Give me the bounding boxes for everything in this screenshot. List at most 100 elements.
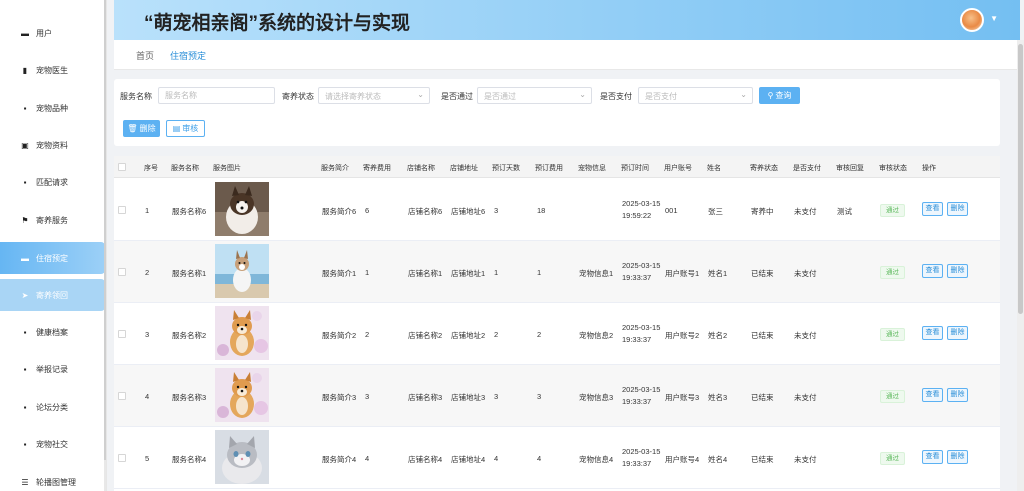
sidebar-item-label: 宠物社交 xyxy=(36,439,68,449)
cell-shop-name: 店铺名称6 xyxy=(408,207,443,216)
cell-foster-fee: 4 xyxy=(365,454,370,463)
audit-status-badge: 通过 xyxy=(880,452,905,465)
table-row[interactable]: 5 服务名称4 服务简介4 4 店铺名称4 店铺地址4 4 4 宠物信息4 用户账号4 姓名4 已结束… xyxy=(114,427,1000,489)
user-icon: ▬ xyxy=(21,28,29,38)
view-button[interactable]: 查看 xyxy=(922,202,943,216)
pet-image[interactable] xyxy=(215,182,269,236)
sidebar-item[interactable]: ▬ 用户 xyxy=(0,17,105,49)
sidebar-item-label: 用户 xyxy=(36,28,52,38)
cell-shop-name: 店铺名称3 xyxy=(408,393,443,402)
cell-shop-address: 店铺地址1 xyxy=(451,269,486,278)
row-checkbox[interactable] xyxy=(118,454,126,462)
view-button[interactable]: 查看 xyxy=(922,264,943,278)
foster-status-select[interactable]: 请选择寄养状态 ⌄ xyxy=(318,87,430,104)
sidebar-item[interactable]: ▪ 举报记录 xyxy=(0,353,105,385)
sidebar-item[interactable]: ▮ 宠物医生 xyxy=(0,54,105,86)
sidebar-item[interactable]: ▬ 住宿预定 xyxy=(0,242,105,274)
cell-user-account: 用户账号2 xyxy=(665,331,700,340)
table-row[interactable]: 1 服务名称6 服务简介6 6 店铺名称6 店铺地址6 3 18 001 张三 寄养中 未支付 测试 20… xyxy=(114,179,1000,241)
select-all-checkbox[interactable] xyxy=(118,163,126,171)
cell-booking-time: 2025-03-15 19:59:22 xyxy=(622,199,661,220)
sidebar-scrollbar[interactable] xyxy=(104,0,106,491)
user-avatar[interactable] xyxy=(960,8,984,32)
approved-select[interactable]: 是否通过 ⌄ xyxy=(477,87,592,104)
view-button[interactable]: 查看 xyxy=(922,450,943,464)
service-name-input[interactable] xyxy=(158,87,275,104)
cell-booking-fee: 4 xyxy=(537,454,542,463)
search-panel: 服务名称 寄养状态 请选择寄养状态 ⌄ 是否通过 是否通过 ⌄ 是否支付 是否支… xyxy=(114,79,1000,146)
sidebar-item[interactable]: ⚑ 寄养服务 xyxy=(0,204,105,236)
cell-foster-status: 已结束 xyxy=(751,331,774,340)
sidebar-item[interactable]: ▪ 健康档案 xyxy=(0,316,105,348)
th-paid: 是否支付 xyxy=(793,165,821,172)
paid-select[interactable]: 是否支付 ⌄ xyxy=(638,87,753,104)
cell-booking-time: 2025-03-15 19:33:37 xyxy=(622,385,661,406)
cell-index: 4 xyxy=(145,392,150,401)
table-row[interactable]: 3 服务名称2 服务简介2 2 店铺名称2 店铺地址2 2 2 宠物信息2 用户账号2 姓名2 已结束… xyxy=(114,303,1000,365)
cell-foster-status: 已结束 xyxy=(751,269,774,278)
pet-image[interactable] xyxy=(215,430,269,484)
cell-paid: 未支付 xyxy=(794,269,817,278)
service-name-label: 服务名称 xyxy=(120,92,152,101)
audit-status-badge: 通过 xyxy=(880,266,905,279)
delete-button[interactable]: 删除 xyxy=(947,264,968,278)
batch-delete-button[interactable]: 🗑 删除 xyxy=(123,120,160,137)
data-table: 序号 服务名称 服务图片 服务简介 寄养费用 店铺名称 店铺地址 预订天数 预订… xyxy=(114,156,1000,491)
breadcrumb-current[interactable]: 住宿预定 xyxy=(170,49,206,62)
cell-shop-address: 店铺地址6 xyxy=(451,207,486,216)
sidebar-item[interactable]: ▣ 宠物资料 xyxy=(0,129,105,161)
cell-pet-info: 宠物信息2 xyxy=(579,331,614,340)
row-checkbox[interactable] xyxy=(118,392,126,400)
delete-button[interactable]: 删除 xyxy=(947,202,968,216)
cell-foster-status: 已结束 xyxy=(751,455,774,464)
th-pet-info: 宠物信息 xyxy=(578,165,606,172)
query-button[interactable]: ⚲ 查询 xyxy=(759,87,800,104)
bar-chart-icon: ▮ xyxy=(22,65,28,75)
pet-image[interactable] xyxy=(215,368,269,422)
grid-icon: ▪ xyxy=(23,402,27,412)
row-checkbox[interactable] xyxy=(118,330,126,338)
foster-status-placeholder: 请选择寄养状态 xyxy=(325,92,381,101)
delete-button[interactable]: 删除 xyxy=(947,326,968,340)
sidebar-item[interactable]: ▪ 宠物品种 xyxy=(0,92,105,124)
cell-index: 1 xyxy=(145,206,150,215)
th-audit-status: 审核状态 xyxy=(879,165,907,172)
sidebar-item[interactable]: ▪ 论坛分类 xyxy=(0,391,105,423)
audit-button[interactable]: ▤ 审核 xyxy=(166,120,205,137)
sidebar-item[interactable]: ➤ 寄养领回 xyxy=(0,279,105,311)
sidebar-item-label: 健康档案 xyxy=(36,327,68,337)
sidebar-item[interactable]: ▪ 匹配请求 xyxy=(0,166,105,198)
table-row[interactable]: 4 服务名称3 服务简介3 3 店铺名称3 店铺地址3 3 3 宠物信息3 用户账号3 姓名3 已结束… xyxy=(114,365,1000,427)
batch-delete-label: 删除 xyxy=(139,124,156,133)
query-button-label: 查询 xyxy=(775,91,792,100)
bookmark-icon: ▬ xyxy=(21,253,29,263)
cell-foster-status: 已结束 xyxy=(751,393,774,402)
cell-paid: 未支付 xyxy=(794,207,817,216)
delete-button[interactable]: 删除 xyxy=(947,388,968,402)
cell-booking-time: 2025-03-15 19:33:37 xyxy=(622,447,661,468)
sidebar-scrollbar-thumb[interactable] xyxy=(104,0,106,460)
cell-user-account: 用户账号4 xyxy=(665,455,700,464)
chevron-down-icon[interactable]: ▼ xyxy=(990,14,998,23)
breadcrumb-home[interactable]: 首页 xyxy=(136,49,154,62)
page-scrollbar[interactable] xyxy=(1017,40,1024,491)
cell-booking-fee: 2 xyxy=(537,330,542,339)
sidebar-item[interactable]: ☰ 轮播图管理 xyxy=(0,466,105,491)
row-checkbox[interactable] xyxy=(118,206,126,214)
page-scrollbar-thumb[interactable] xyxy=(1018,44,1023,314)
delete-button[interactable]: 删除 xyxy=(947,450,968,464)
sidebar-item[interactable]: ▪ 宠物社交 xyxy=(0,428,105,460)
cell-paid: 未支付 xyxy=(794,331,817,340)
th-name: 姓名 xyxy=(707,165,721,172)
cell-shop-address: 店铺地址2 xyxy=(451,331,486,340)
view-button[interactable]: 查看 xyxy=(922,326,943,340)
foster-status-label: 寄养状态 xyxy=(282,92,314,101)
table-row[interactable]: 2 服务名称1 服务简介1 1 店铺名称1 店铺地址1 1 1 宠物信息1 用户账号1 姓名1 已结束… xyxy=(114,241,1000,303)
pet-image[interactable] xyxy=(215,244,269,298)
view-button[interactable]: 查看 xyxy=(922,388,943,402)
cell-audit-reply: 测试 xyxy=(837,207,852,216)
pet-image[interactable] xyxy=(215,306,269,360)
cell-user-account: 用户账号3 xyxy=(665,393,700,402)
cell-paid: 未支付 xyxy=(794,455,817,464)
row-checkbox[interactable] xyxy=(118,268,126,276)
